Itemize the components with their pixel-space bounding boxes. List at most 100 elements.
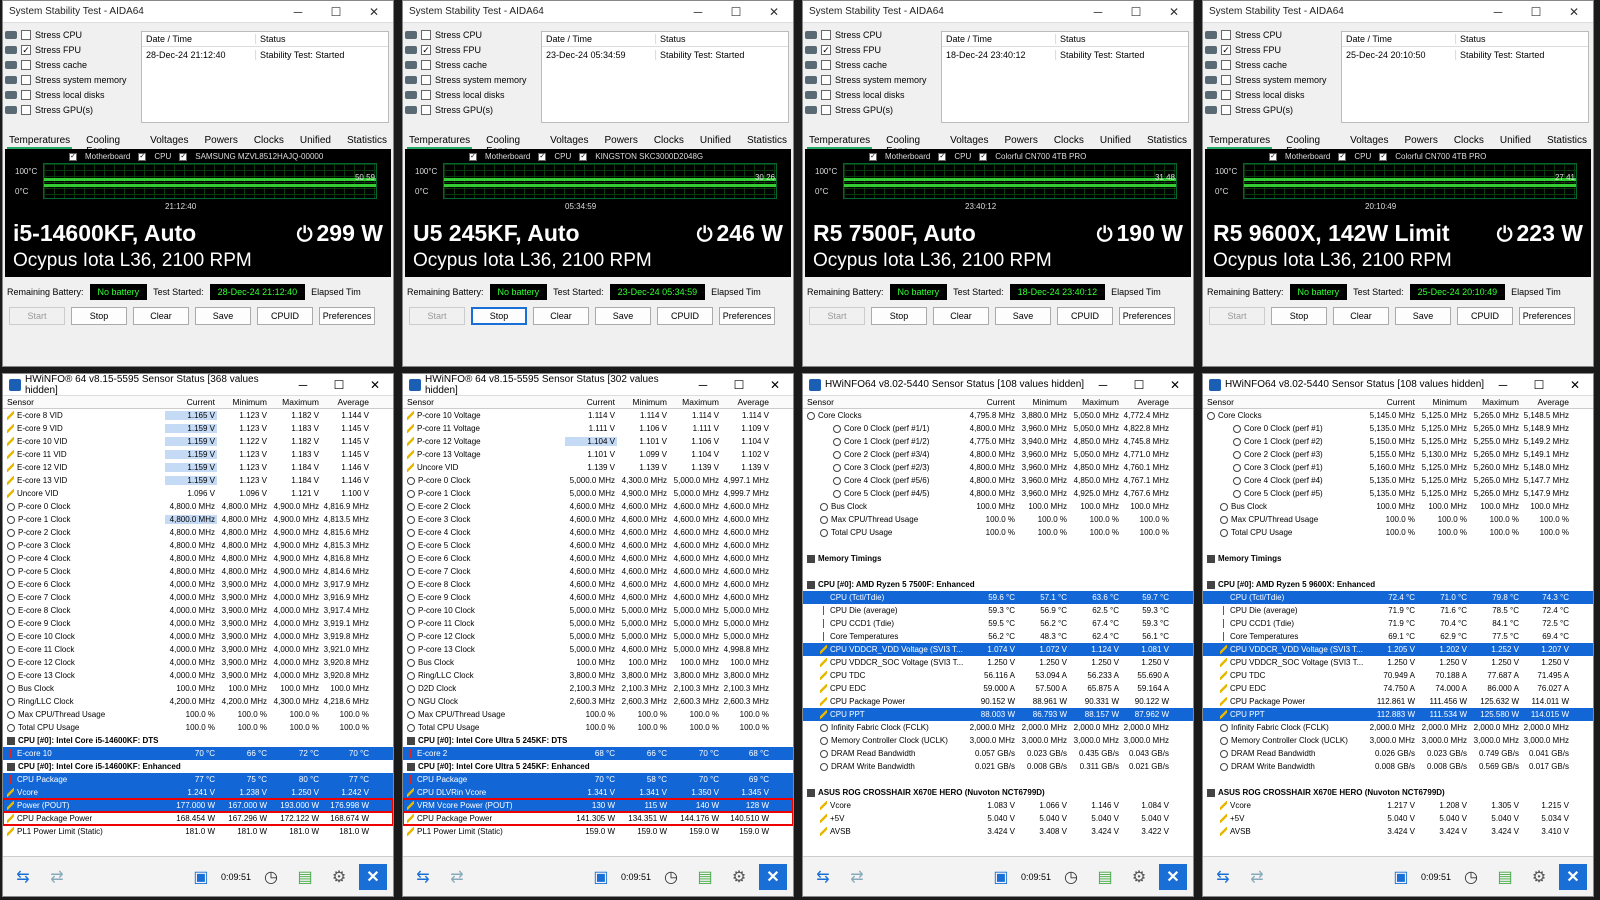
stress-checkbox[interactable] xyxy=(1221,29,1231,40)
close-x-icon[interactable]: ✕ xyxy=(1159,863,1187,890)
network-icon[interactable]: ▣ xyxy=(1387,864,1415,890)
sensor-row[interactable]: P-core 0 Clock 5,000.0 MHz 4,300.0 MHz 5,00… xyxy=(403,474,793,487)
sensor-row[interactable]: E-core 3 Clock 4,600.0 MHz 4,600.0 MHz 4,60… xyxy=(403,513,793,526)
column-header-maximum[interactable]: Maximum xyxy=(269,397,321,407)
sensor-row[interactable]: CPU TDC 70.949 A 70.188 A 77.687 A 71.495 A xyxy=(1203,669,1593,682)
sensor-row[interactable]: Core 1 Clock (perf #1/2) 4,775.0 MHz 3,940… xyxy=(803,435,1193,448)
stress-checkbox[interactable] xyxy=(1221,104,1231,115)
clear-button[interactable]: Clear xyxy=(133,307,189,325)
sensor-row[interactable]: CPU Package 77 °C 75 °C 80 °C 77 °C xyxy=(3,773,393,786)
sensor-row[interactable]: Vcore 1.083 V 1.066 V 1.146 V 1.084 V xyxy=(803,799,1193,812)
sensor-row[interactable]: Core 4 Clock (perf #4) 5,135.0 MHz 5,125.0… xyxy=(1203,474,1593,487)
clock-icon[interactable]: ◷ xyxy=(1457,864,1485,890)
sensor-row[interactable]: AVSB 3.424 V 3.408 V 3.424 V 3.422 V xyxy=(803,825,1193,838)
sensor-row[interactable]: E-core 9 VID 1.159 V 1.123 V 1.183 V 1.145 V xyxy=(3,422,393,435)
column-header-sensor[interactable]: Sensor xyxy=(1203,397,1365,407)
stress-checkbox[interactable] xyxy=(21,74,31,85)
sensor-row[interactable]: E-core 13 Clock 4,000.0 MHz 3,900.0 MHz 4,0… xyxy=(3,669,393,682)
close-button[interactable]: ✕ xyxy=(1155,5,1193,19)
sensor-row[interactable]: DRAM Write Bandwidth 0.008 GB/s 0.008 GB/s… xyxy=(1203,760,1593,773)
sensor-row[interactable]: Bus Clock 100.0 MHz 100.0 MHz 100.0 MHz 100.… xyxy=(3,682,393,695)
tab-statistics[interactable]: Statistics xyxy=(345,135,389,149)
sensor-row[interactable]: Core 2 Clock (perf #3/4) 4,800.0 MHz 3,960… xyxy=(803,448,1193,461)
sensor-row[interactable]: E-core 6 Clock 4,000.0 MHz 3,900.0 MHz 4,00… xyxy=(3,578,393,591)
clock-icon[interactable]: ◷ xyxy=(657,864,685,890)
tab-cooling-fans[interactable]: Cooling Fans xyxy=(484,135,536,157)
network-icon[interactable]: ▣ xyxy=(587,864,615,890)
sensor-row[interactable]: E-core 7 Clock 4,600.0 MHz 4,600.0 MHz 4,60… xyxy=(403,565,793,578)
sensor-group-header[interactable]: CPU [#0]: Intel Core Ultra 5 245KF: Enha… xyxy=(403,760,793,773)
column-header-average[interactable]: Average xyxy=(721,397,773,407)
column-header-average[interactable]: Average xyxy=(1521,397,1573,407)
column-header-current[interactable]: Current xyxy=(965,397,1017,407)
sensor-group-header[interactable]: Memory Timings xyxy=(803,552,1193,565)
save-button[interactable]: Save xyxy=(595,307,651,325)
preferences-button[interactable]: Preferences xyxy=(319,307,375,325)
sensor-row[interactable]: VRM Vcore Power (POUT) 130 W 115 W 140 W 128… xyxy=(403,798,793,813)
tab-voltages[interactable]: Voltages xyxy=(148,135,190,149)
stress-option[interactable]: Stress local disks xyxy=(405,87,541,102)
tab-temperatures[interactable]: Temperatures xyxy=(1207,135,1273,149)
stress-option[interactable]: Stress GPU(s) xyxy=(5,102,141,117)
column-header-minimum[interactable]: Minimum xyxy=(217,397,269,407)
column-header-minimum[interactable]: Minimum xyxy=(1017,397,1069,407)
sensor-row[interactable]: CPU (Tctl/Tdie) 59.6 °C 57.1 °C 63.6 °C 59.7… xyxy=(803,591,1193,604)
sensor-row[interactable]: CPU Package Power 141.305 W 134.351 W 144.1… xyxy=(403,811,793,826)
sensor-row[interactable]: P-core 10 Clock 5,000.0 MHz 5,000.0 MHz 5,0… xyxy=(403,604,793,617)
navigate-arrows-icon[interactable]: ⇆ xyxy=(1209,864,1237,890)
stress-option[interactable]: Stress GPU(s) xyxy=(405,102,541,117)
tab-cooling-fans[interactable]: Cooling Fans xyxy=(84,135,136,157)
navigate-arrows-icon[interactable]: ⇆ xyxy=(809,864,837,890)
stress-option[interactable]: ✓ Stress FPU xyxy=(1205,42,1341,57)
stress-checkbox[interactable] xyxy=(821,74,831,85)
sensor-row[interactable]: CPU VDDCR_SOC Voltage (SVI3 T... 1.250 V 1… xyxy=(1203,656,1593,669)
sensor-row[interactable]: Core 3 Clock (perf #1) 5,160.0 MHz 5,125.0… xyxy=(1203,461,1593,474)
sensor-row[interactable]: P-core 11 Clock 5,000.0 MHz 5,000.0 MHz 5,0… xyxy=(403,617,793,630)
sensor-group-header[interactable]: CPU [#0]: Intel Core i5-14600KF: DTS xyxy=(3,734,393,747)
sensor-row[interactable]: P-core 12 Clock 5,000.0 MHz 5,000.0 MHz 5,0… xyxy=(403,630,793,643)
sensor-row[interactable]: Ring/LLC Clock 4,200.0 MHz 4,200.0 MHz 4,30… xyxy=(3,695,393,708)
stress-checkbox[interactable] xyxy=(821,29,831,40)
sensor-row[interactable]: Max CPU/Thread Usage 100.0 % 100.0 % 100.0 … xyxy=(1203,513,1593,526)
sensor-group-header[interactable]: Memory Timings xyxy=(1203,552,1593,565)
stress-option[interactable]: Stress GPU(s) xyxy=(1205,102,1341,117)
close-button[interactable]: ✕ xyxy=(357,378,393,392)
legend-motherboard-checkbox[interactable]: ✓ xyxy=(869,152,877,161)
stress-checkbox[interactable] xyxy=(421,29,431,40)
tab-cooling-fans[interactable]: Cooling Fans xyxy=(1284,135,1336,157)
stress-checkbox[interactable] xyxy=(21,59,31,70)
stress-option[interactable]: Stress cache xyxy=(5,57,141,72)
sensor-row[interactable]: CPU Package Power 168.454 W 167.296 W 172.1… xyxy=(3,811,393,826)
report-icon[interactable]: ▤ xyxy=(291,864,319,890)
column-header-current[interactable]: Current xyxy=(1365,397,1417,407)
close-button[interactable]: ✕ xyxy=(1557,378,1593,392)
cpuid-button[interactable]: CPUID xyxy=(1057,307,1113,325)
maximize-button[interactable]: ☐ xyxy=(321,378,357,392)
sensor-row[interactable]: +5V 5.040 V 5.040 V 5.040 V 5.034 V xyxy=(1203,812,1593,825)
column-header-current[interactable]: Current xyxy=(165,397,217,407)
sensor-row[interactable]: Memory Controller Clock (UCLK) 3,000.0 MH… xyxy=(803,734,1193,747)
sensor-row[interactable]: P-core 4 Clock 4,800.0 MHz 4,800.0 MHz 4,90… xyxy=(3,552,393,565)
clock-icon[interactable]: ◷ xyxy=(257,864,285,890)
tab-voltages[interactable]: Voltages xyxy=(548,135,590,149)
tab-voltages[interactable]: Voltages xyxy=(948,135,990,149)
stress-checkbox[interactable] xyxy=(421,89,431,100)
maximize-button[interactable]: ☐ xyxy=(721,378,757,392)
stress-checkbox[interactable]: ✓ xyxy=(421,44,431,55)
stress-option[interactable]: Stress local disks xyxy=(5,87,141,102)
sensor-row[interactable]: CPU TDC 56.116 A 53.094 A 56.233 A 55.690 A xyxy=(803,669,1193,682)
tab-clocks[interactable]: Clocks xyxy=(652,135,686,149)
sensor-row[interactable]: Vcore 1.241 V 1.238 V 1.250 V 1.242 V xyxy=(3,786,393,799)
stop-button[interactable]: Stop xyxy=(871,307,927,325)
sensor-row[interactable]: Uncore VID 1.096 V 1.096 V 1.121 V 1.100 V xyxy=(3,487,393,500)
stress-option[interactable]: Stress GPU(s) xyxy=(805,102,941,117)
sensor-row[interactable]: E-core 8 Clock 4,600.0 MHz 4,600.0 MHz 4,60… xyxy=(403,578,793,591)
legend-storage-checkbox[interactable]: ✓ xyxy=(579,152,588,161)
sensor-row[interactable]: CPU PPT 88.003 W 86.793 W 88.157 W 87.962 W xyxy=(803,708,1193,721)
stress-option[interactable]: ✓ Stress FPU xyxy=(5,42,141,57)
cpuid-button[interactable]: CPUID xyxy=(657,307,713,325)
stress-checkbox[interactable] xyxy=(1221,59,1231,70)
legend-storage-checkbox[interactable]: ✓ xyxy=(1379,152,1388,161)
sensor-row[interactable]: E-core 8 VID 1.165 V 1.123 V 1.182 V 1.144 V xyxy=(3,409,393,422)
stress-option[interactable]: Stress system memory xyxy=(5,72,141,87)
